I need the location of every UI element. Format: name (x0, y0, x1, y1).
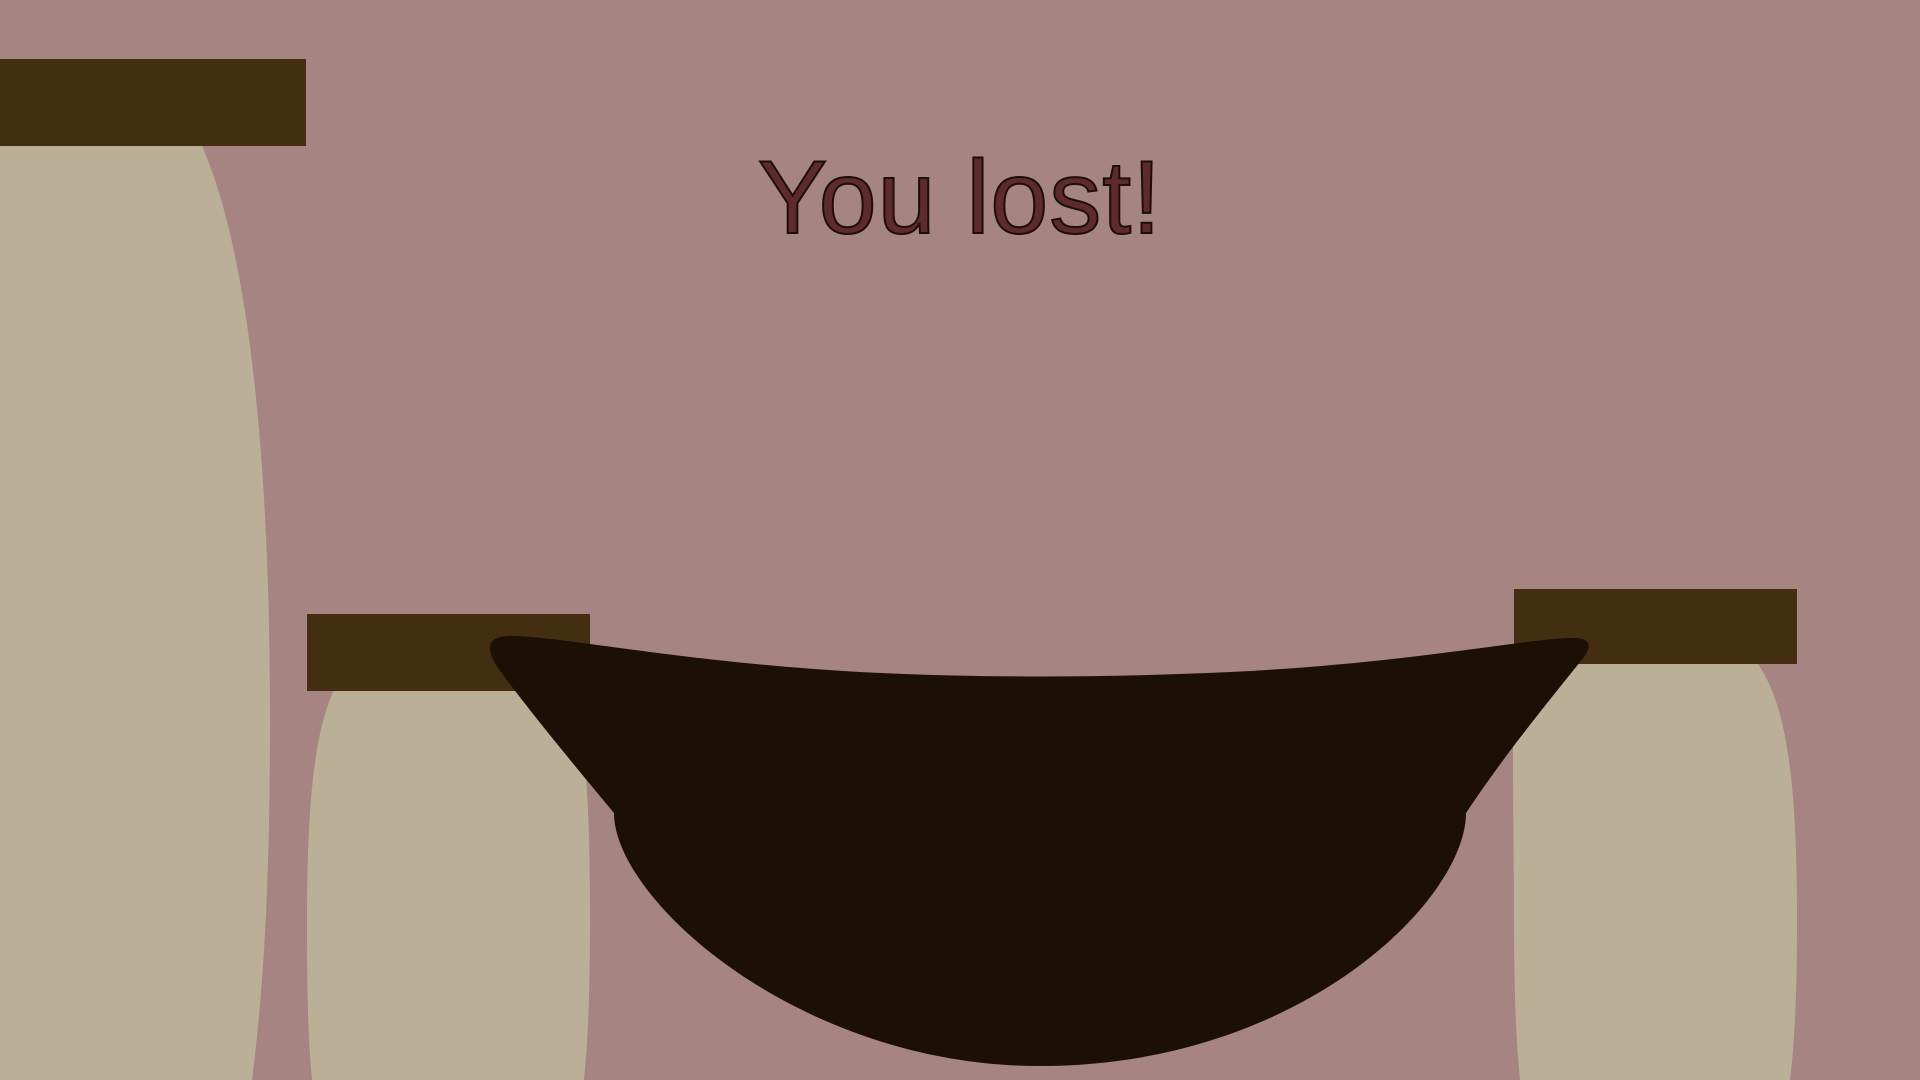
jar-body-icon (1513, 664, 1797, 1080)
jar-lid-icon (0, 59, 306, 146)
game-over-message: You lost! (757, 140, 1163, 256)
pot-icon[interactable] (489, 636, 1589, 1066)
jar-body-icon (307, 690, 590, 1080)
jar-body-icon (0, 146, 270, 1080)
